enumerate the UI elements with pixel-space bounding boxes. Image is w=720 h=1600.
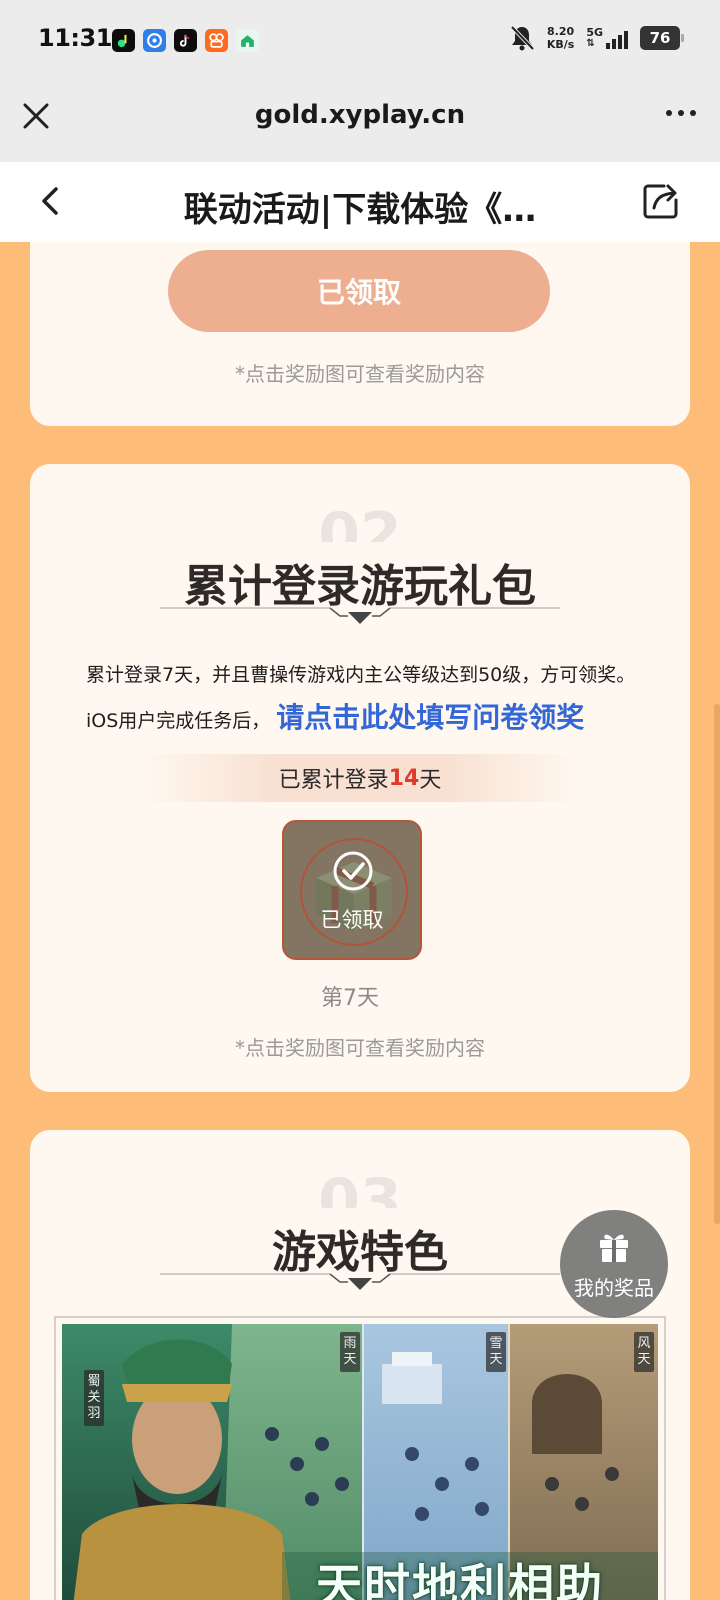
battery-icon: 76 bbox=[640, 26, 684, 50]
game-feature-banner[interactable]: 蜀 关羽 雨天 雪天 风天 天时地利相助 bbox=[62, 1324, 658, 1600]
progress-prefix: 已累计登录 bbox=[278, 768, 389, 793]
title-divider-icon bbox=[160, 607, 560, 624]
section3-card: 03 游戏特色 蜀 关羽 雨天 雪天 风天 天时地利相助 bbox=[30, 1130, 690, 1600]
video-app-icon bbox=[205, 29, 228, 52]
page-header: 联动活动|下载体验《… bbox=[0, 162, 720, 242]
section2-card: 02 累计登录游玩礼包 累计登录7天，并且曹操传游戏内主公等级达到50级，方可领… bbox=[30, 464, 690, 1092]
reward-hint: *点击奖励图可查看奖励内容 bbox=[235, 362, 485, 386]
progress-days: 14 bbox=[388, 765, 420, 791]
title-divider-icon bbox=[160, 1273, 560, 1290]
section-number: 03 bbox=[318, 1166, 402, 1208]
ios-instruction: iOS用户完成任务后， 请点击此处填写问卷领奖 bbox=[86, 696, 584, 736]
status-bar: 11:31 8.20 KB/s 5G ⇅ 76 bbox=[0, 0, 720, 80]
progress-suffix: 天 bbox=[419, 768, 442, 793]
network-speed: 8.20 KB/s bbox=[547, 25, 574, 51]
ios-prefix: iOS用户完成任务后， bbox=[86, 710, 271, 732]
home-app-icon bbox=[236, 29, 259, 52]
signal-bars-icon bbox=[606, 31, 628, 49]
more-menu-icon[interactable] bbox=[666, 110, 696, 116]
network-speed-value: 8.20 bbox=[547, 25, 575, 38]
section-number: 02 bbox=[318, 500, 402, 542]
reward-day-text: 第7天 bbox=[321, 986, 379, 1011]
gift-icon bbox=[600, 1234, 628, 1262]
data-arrows-icon: ⇅ bbox=[586, 38, 595, 49]
share-icon[interactable] bbox=[640, 180, 682, 222]
notification-app-icons bbox=[112, 29, 259, 52]
reward-day-label: 第7天 bbox=[30, 980, 690, 1012]
banner-slogan: 天时地利相助 bbox=[316, 1559, 604, 1600]
page-title: 联动活动|下载体验《… bbox=[183, 190, 537, 230]
claimed-button[interactable]: 已领取 bbox=[168, 250, 550, 332]
weather-tag-rain: 雨天 bbox=[340, 1332, 360, 1372]
task-description: 累计登录7天，并且曹操传游戏内主公等级达到50级，方可领奖。 bbox=[86, 664, 636, 686]
scrollbar[interactable] bbox=[714, 704, 720, 1224]
login-progress: 已累计登录 14 天 bbox=[140, 754, 580, 802]
tiktok-app-icon bbox=[174, 29, 197, 52]
mute-bell-icon bbox=[510, 25, 535, 51]
my-prizes-button[interactable]: 我的奖品 bbox=[560, 1210, 668, 1318]
reward-item[interactable]: 已领取 bbox=[282, 820, 422, 960]
signal-indicator: 5G ⇅ bbox=[586, 27, 628, 49]
hero-tag: 蜀 关羽 bbox=[84, 1370, 104, 1426]
check-circle-icon bbox=[333, 851, 373, 891]
music-app-icon bbox=[112, 29, 135, 52]
reward-status: 已领取 bbox=[320, 908, 384, 932]
network-speed-unit: KB/s bbox=[546, 38, 575, 51]
my-prizes-label: 我的奖品 bbox=[574, 1276, 654, 1300]
url-text: gold.xyplay.cn bbox=[254, 100, 466, 130]
weather-tag-wind: 风天 bbox=[634, 1332, 654, 1372]
browser-app-icon bbox=[143, 29, 166, 52]
status-time: 11:31 bbox=[38, 24, 112, 52]
weather-tag-snow: 雪天 bbox=[486, 1332, 506, 1372]
survey-link[interactable]: 请点击此处填写问卷领奖 bbox=[276, 696, 584, 736]
browser-toolbar: gold.xyplay.cn bbox=[0, 80, 720, 162]
reward-hint: *点击奖励图可查看奖励内容 bbox=[235, 1036, 485, 1060]
system-icons: 8.20 KB/s 5G ⇅ 76 bbox=[509, 24, 684, 52]
section1-card: 已领取 *点击奖励图可查看奖励内容 bbox=[30, 242, 690, 426]
